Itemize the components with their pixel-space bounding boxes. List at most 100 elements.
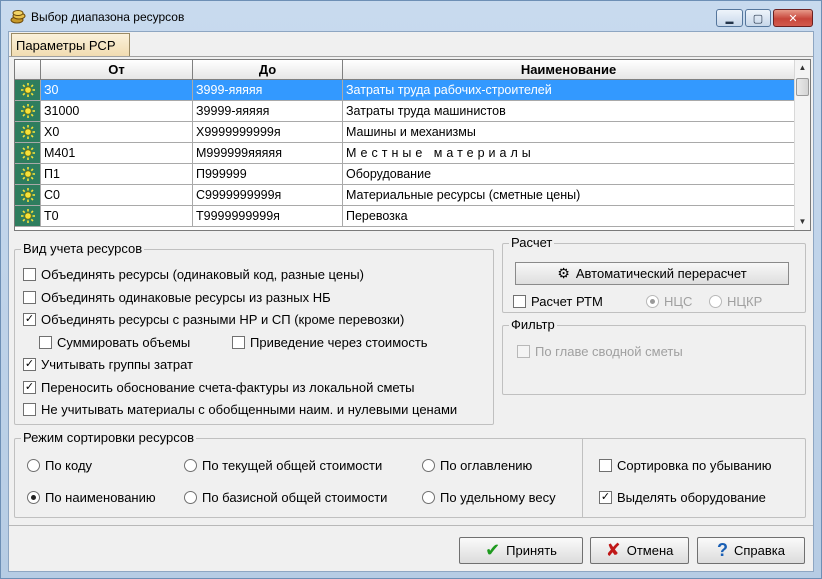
grid-cell-from[interactable]: С0 xyxy=(41,185,193,206)
grid-header-icon-col xyxy=(15,60,41,80)
sort-mode-title: Режим сортировки ресурсов xyxy=(21,430,196,445)
radio-circle[interactable] xyxy=(184,491,197,504)
checkbox-box[interactable]: ✓ xyxy=(23,313,36,326)
grid-cell-to[interactable]: З9999-яяяяя xyxy=(193,101,343,122)
grid-cell-name[interactable]: Затраты труда рабочих-строителей xyxy=(343,80,795,101)
highlight-equipment-checkbox[interactable]: ✓ Выделять оборудование xyxy=(599,490,766,505)
radio-sort-by-code[interactable]: По коду xyxy=(27,458,92,473)
minimize-button[interactable]: ▬ xyxy=(716,9,743,27)
checkbox-box[interactable]: ✓ xyxy=(23,381,36,394)
maximize-icon: ▢ xyxy=(752,12,764,25)
scroll-thumb[interactable] xyxy=(796,78,809,96)
filter-group: Фильтр По главе сводной сметы xyxy=(502,317,806,395)
grid-cell-from[interactable]: З0 xyxy=(41,80,193,101)
checkbox-box[interactable] xyxy=(232,336,245,349)
grid-header-to[interactable]: До xyxy=(193,60,343,80)
radio-circle[interactable] xyxy=(184,459,197,472)
checkbox-box[interactable] xyxy=(599,459,612,472)
resource-sun-icon xyxy=(15,206,41,227)
radio-sort-by-name[interactable]: По наименованию xyxy=(27,490,156,505)
checkbox-box xyxy=(517,345,530,358)
app-coins-icon xyxy=(10,10,26,24)
resource-sun-icon xyxy=(15,122,41,143)
grid-cell-to[interactable]: С9999999999я xyxy=(193,185,343,206)
scroll-up-icon[interactable]: ▲ xyxy=(795,60,810,76)
grid-cell-name[interactable]: Перевозка xyxy=(343,206,795,227)
grid-cell-name[interactable]: Оборудование xyxy=(343,164,795,185)
minimize-icon: ▬ xyxy=(725,16,734,26)
table-row[interactable]: Х0 Х9999999999я Машины и механизмы xyxy=(15,122,795,143)
grid-cell-from[interactable]: Х0 xyxy=(41,122,193,143)
grid-cell-to[interactable]: Т9999999999я xyxy=(193,206,343,227)
grid-cell-name[interactable]: Материальные ресурсы (сметные цены) xyxy=(343,185,795,206)
tab-rsr-params[interactable]: Параметры РСР xyxy=(11,33,130,56)
grid-cell-from[interactable]: П1 xyxy=(41,164,193,185)
merge-np-sp-checkbox[interactable]: ✓ Объединять ресурсы с разными НР и СП (к… xyxy=(23,312,404,327)
grid-cell-from[interactable]: Т0 xyxy=(41,206,193,227)
radio-sort-by-unit-weight[interactable]: По удельному весу xyxy=(422,490,556,505)
merge-same-nb-checkbox[interactable]: Объединять одинаковые ресурсы из разных … xyxy=(23,290,331,305)
cost-reduction-checkbox[interactable]: Приведение через стоимость xyxy=(232,335,428,350)
scroll-down-icon[interactable]: ▼ xyxy=(795,214,810,230)
sort-mode-group: Режим сортировки ресурсов По коду По тек… xyxy=(14,430,806,518)
grid-cell-name[interactable]: Местные материалы xyxy=(343,143,795,164)
grid-cell-name[interactable]: Машины и механизмы xyxy=(343,122,795,143)
grid-vertical-scrollbar[interactable]: ▲ ▼ xyxy=(794,60,810,230)
radio-sort-by-current-cost[interactable]: По текущей общей стоимости xyxy=(184,458,382,473)
grid-cell-to[interactable]: М999999яяяяя xyxy=(193,143,343,164)
table-row[interactable]: Т0 Т9999999999я Перевозка xyxy=(15,206,795,227)
radio-circle[interactable] xyxy=(422,459,435,472)
bottom-separator xyxy=(9,525,813,526)
sort-descending-checkbox[interactable]: Сортировка по убыванию xyxy=(599,458,771,473)
merge-resources-checkbox[interactable]: Объединять ресурсы (одинаковый код, разн… xyxy=(23,267,364,282)
radio-sort-by-base-cost[interactable]: По базисной общей стоимости xyxy=(184,490,387,505)
grid-header-name[interactable]: Наименование xyxy=(343,60,795,80)
table-row[interactable]: М401 М999999яяяяя Местные материалы xyxy=(15,143,795,164)
checkbox-box[interactable] xyxy=(23,291,36,304)
checkbox-box[interactable] xyxy=(23,403,36,416)
grid-cell-name[interactable]: Затраты труда машинистов xyxy=(343,101,795,122)
rtm-calc-checkbox[interactable]: Расчет РТМ xyxy=(513,294,603,309)
checkbox-box[interactable] xyxy=(513,295,526,308)
grid-cell-to[interactable]: З999-яяяяя xyxy=(193,80,343,101)
grid-cell-to[interactable]: П999999 xyxy=(193,164,343,185)
radio-circle[interactable] xyxy=(27,491,40,504)
resource-sun-icon xyxy=(15,80,41,101)
checkbox-box[interactable]: ✓ xyxy=(23,358,36,371)
grid-cell-from[interactable]: З1000 xyxy=(41,101,193,122)
gear-icon: ⚙ xyxy=(557,265,570,281)
table-row[interactable]: П1 П999999 Оборудование xyxy=(15,164,795,185)
checkbox-box[interactable] xyxy=(39,336,52,349)
radio-circle xyxy=(646,295,659,308)
maximize-button[interactable]: ▢ xyxy=(745,9,771,27)
grid-cell-from[interactable]: М401 xyxy=(41,143,193,164)
grid-header-from[interactable]: От xyxy=(41,60,193,80)
invoice-basis-checkbox[interactable]: ✓ Переносить обоснование счета-фактуры из… xyxy=(23,380,415,395)
sum-volumes-checkbox[interactable]: Суммировать объемы xyxy=(39,335,190,350)
table-row[interactable]: С0 С9999999999я Материальные ресурсы (смет… xyxy=(15,185,795,206)
resource-range-grid[interactable]: От До Наименование З0 З999-яяяяя Затраты т… xyxy=(14,59,811,231)
grid-body: З0 З999-яяяяя Затраты труда рабочих-строит… xyxy=(15,80,795,227)
title-bar[interactable]: Выбор диапазона ресурсов ▬ ▢ ✕ xyxy=(1,1,821,31)
radio-circle[interactable] xyxy=(422,491,435,504)
accept-button[interactable]: ✔ Принять xyxy=(459,537,583,564)
auto-recalc-button[interactable]: ⚙ Автоматический перерасчет xyxy=(515,262,789,285)
checkbox-box[interactable] xyxy=(23,268,36,281)
ignore-generic-materials-checkbox[interactable]: Не учитывать материалы с обобщенными наи… xyxy=(23,402,457,417)
radio-circle xyxy=(709,295,722,308)
checkbox-box[interactable]: ✓ xyxy=(599,491,612,504)
cross-icon: ✘ xyxy=(605,540,621,560)
filter-title: Фильтр xyxy=(509,317,557,332)
radio-circle[interactable] xyxy=(27,459,40,472)
cancel-button[interactable]: ✘ Отмена xyxy=(590,537,689,564)
cost-groups-checkbox[interactable]: ✓ Учитывать группы затрат xyxy=(23,357,193,372)
account-mode-group: Вид учета ресурсов Объединять ресурсы (о… xyxy=(14,241,494,425)
close-button[interactable]: ✕ xyxy=(773,9,813,27)
grid-cell-to[interactable]: Х9999999999я xyxy=(193,122,343,143)
help-button[interactable]: ? Справка xyxy=(697,537,805,564)
table-row[interactable]: З0 З999-яяяяя Затраты труда рабочих-строит… xyxy=(15,80,795,101)
table-row[interactable]: З1000 З9999-яяяяя Затраты труда машинистов xyxy=(15,101,795,122)
account-mode-title: Вид учета ресурсов xyxy=(21,241,145,256)
dialog-client: Параметры РСР От До Наименование З0 З999-… xyxy=(8,31,814,572)
radio-sort-by-toc[interactable]: По оглавлению xyxy=(422,458,532,473)
